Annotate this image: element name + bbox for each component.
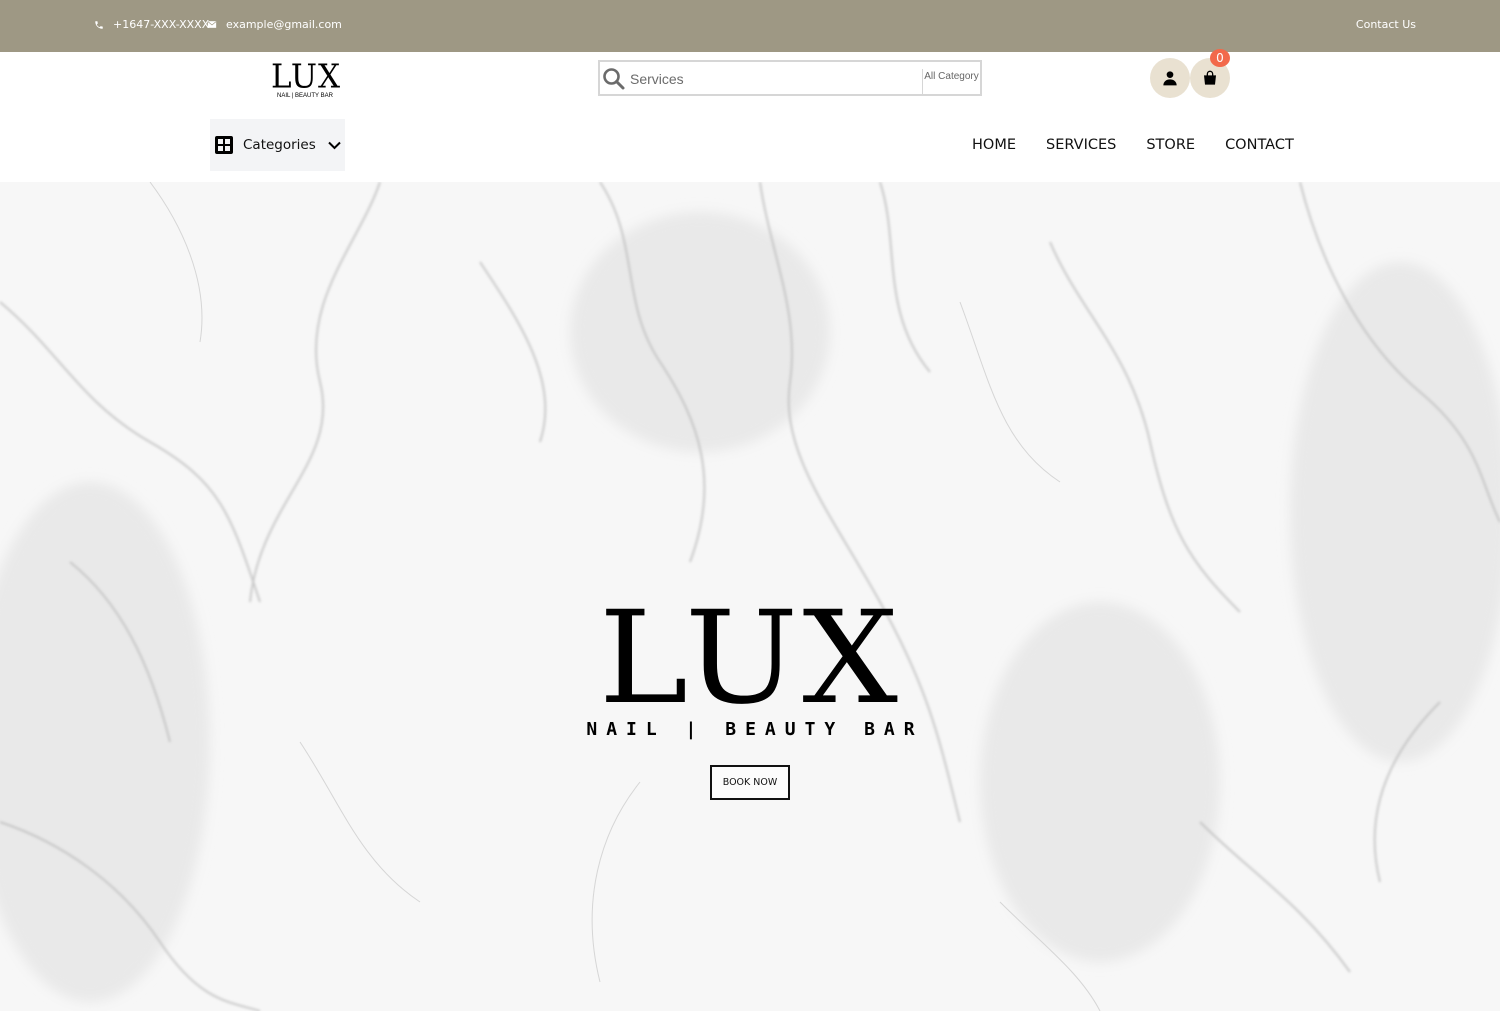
categories-button[interactable]: Categories: [210, 119, 345, 171]
chevron-down-icon: [328, 141, 341, 149]
hero-section: LUX NAIL | BEAUTY BAR BOOK NOW: [0, 182, 1500, 1011]
hero-logo: LUX NAIL | BEAUTY BAR: [0, 584, 1500, 741]
search-icon[interactable]: [602, 67, 626, 95]
site-logo[interactable]: LUX NAIL | BEAUTY BAR: [271, 58, 342, 99]
top-bar: +1647-XXX-XXXX example@gmail.com Contact…: [0, 0, 1500, 52]
nav-store[interactable]: STORE: [1146, 137, 1195, 153]
phone-number: +1647-XXX-XXXX: [113, 18, 210, 31]
nav-contact[interactable]: CONTACT: [1225, 137, 1294, 153]
category-select[interactable]: All Category: [922, 69, 980, 96]
shopping-bag-icon: [1204, 70, 1216, 85]
account-button[interactable]: [1150, 58, 1190, 98]
main-nav: HOME SERVICES STORE CONTACT: [972, 137, 1324, 153]
nav-home[interactable]: HOME: [972, 137, 1016, 153]
book-now-button[interactable]: BOOK NOW: [710, 765, 790, 800]
logo-text: LUX: [271, 58, 342, 96]
email-contact[interactable]: example@gmail.com: [207, 18, 342, 31]
envelope-icon: [207, 21, 217, 28]
phone-icon: [95, 20, 103, 29]
email-address: example@gmail.com: [226, 18, 342, 31]
user-icon: [1163, 71, 1177, 86]
categories-label: Categories: [243, 137, 316, 153]
search-bar: All Category: [598, 60, 982, 96]
search-input[interactable]: [630, 68, 915, 90]
grid-icon: [215, 136, 233, 154]
contact-us-link[interactable]: Contact Us: [1356, 18, 1416, 31]
nav-services[interactable]: SERVICES: [1046, 137, 1116, 153]
phone-contact[interactable]: +1647-XXX-XXXX: [94, 18, 209, 31]
hero-title: LUX: [598, 584, 902, 733]
cart-count-badge: 0: [1210, 49, 1230, 67]
